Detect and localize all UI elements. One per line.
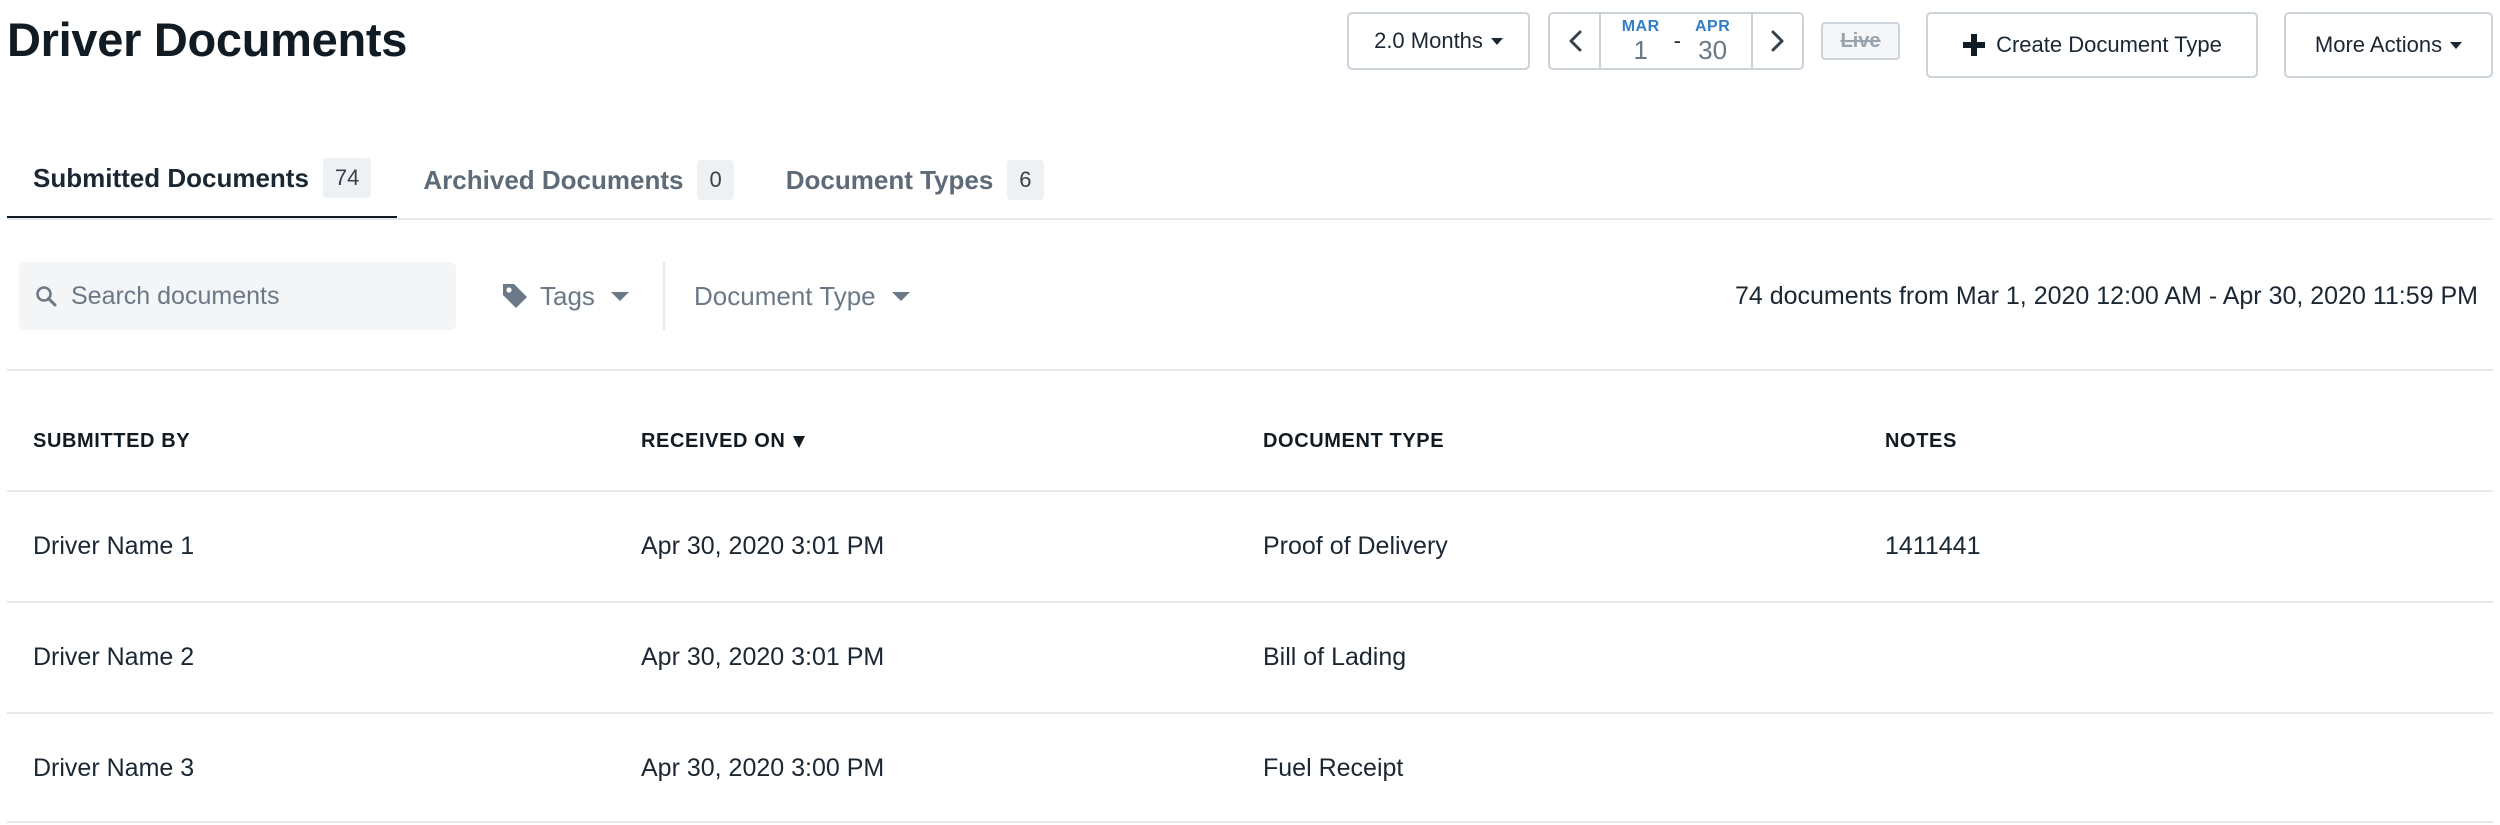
date-separator: - [1673, 28, 1681, 53]
more-actions-label: More Actions [2314, 32, 2443, 57]
sort-descending-icon [793, 435, 806, 448]
tag-icon [503, 284, 527, 308]
next-range-button[interactable] [1751, 14, 1802, 68]
cell-document-type: Proof of Delivery [1263, 532, 1448, 560]
caret-down-icon [610, 291, 629, 301]
column-label: DOCUMENT TYPE [1263, 430, 1445, 452]
column-label: SUBMITTED BY [33, 430, 191, 452]
document-type-filter-label: Document Type [694, 280, 876, 311]
chevron-right-icon [1771, 30, 1783, 52]
tags-filter-label: Tags [540, 280, 595, 311]
column-label: RECEIVED ON [641, 430, 786, 452]
table-row[interactable]: Driver Name 1 Apr 30, 2020 3:01 PM Proof… [7, 490, 2493, 601]
start-date-day: 1 [1633, 35, 1648, 65]
cell-received-on: Apr 30, 2020 3:01 PM [641, 643, 885, 671]
search-icon [36, 286, 57, 307]
column-header-document-type[interactable]: DOCUMENT TYPE [1263, 430, 1444, 453]
cell-document-type: Fuel Receipt [1263, 754, 1404, 782]
tab-document-types[interactable]: Document Types 6 [760, 140, 1070, 220]
cell-submitted-by: Driver Name 1 [33, 532, 195, 560]
tags-filter[interactable]: Tags [500, 262, 629, 330]
cell-document-type: Bill of Lading [1263, 643, 1407, 671]
date-range-dropdown[interactable]: 2.0 Months [1347, 12, 1530, 70]
cell-notes: 1411441 [1885, 532, 1981, 560]
column-header-notes[interactable]: NOTES [1885, 430, 1957, 453]
table-header: SUBMITTED BY RECEIVED ON DOCUMENT TYPE N… [7, 430, 2493, 490]
search-box [19, 262, 456, 330]
end-date-day: 30 [1698, 35, 1728, 65]
cell-received-on: Apr 30, 2020 3:01 PM [641, 532, 885, 560]
filter-divider [7, 369, 2493, 371]
caret-down-icon [2450, 41, 2463, 49]
cell-submitted-by: Driver Name 3 [33, 754, 195, 782]
end-date-month: APR [1694, 18, 1731, 35]
tab-submitted-documents[interactable]: Submitted Documents 74 [7, 140, 398, 220]
cell-submitted-by: Driver Name 2 [33, 643, 195, 671]
table-row[interactable]: Driver Name 3 Apr 30, 2020 3:00 PM Fuel … [7, 712, 2493, 823]
column-label: NOTES [1885, 430, 1957, 452]
tab-count-badge: 74 [322, 158, 372, 198]
date-range-label: 2.0 Months [1374, 28, 1483, 53]
plus-icon [1963, 34, 1986, 56]
tabs-divider [7, 218, 2493, 220]
search-input[interactable] [71, 281, 431, 311]
tab-count-badge: 0 [697, 160, 734, 200]
cell-received-on: Apr 30, 2020 3:00 PM [641, 754, 885, 782]
more-actions-dropdown[interactable]: More Actions [2284, 12, 2493, 78]
column-header-received-on[interactable]: RECEIVED ON [641, 430, 806, 453]
tab-label: Archived Documents [423, 164, 684, 195]
filter-separator [663, 262, 665, 330]
create-document-type-button[interactable]: Create Document Type [1926, 12, 2258, 78]
tab-label: Document Types [785, 164, 994, 195]
document-type-filter[interactable]: Document Type [694, 262, 910, 330]
caret-down-icon [891, 291, 910, 301]
document-tabs: Submitted Documents 74 Archived Document… [7, 140, 1070, 220]
date-navigator: MAR 1 - APR 30 [1548, 12, 1804, 70]
tab-count-badge: 6 [1007, 160, 1044, 200]
caret-down-icon [1490, 37, 1503, 45]
column-header-submitted-by[interactable]: SUBMITTED BY [33, 430, 190, 453]
live-toggle[interactable]: Live [1821, 22, 1900, 60]
start-date: MAR 1 [1621, 18, 1660, 65]
start-date-month: MAR [1621, 18, 1660, 35]
tab-archived-documents[interactable]: Archived Documents 0 [397, 140, 759, 220]
create-document-type-label: Create Document Type [1996, 32, 2222, 57]
documents-summary: 74 documents from Mar 1, 2020 12:00 AM -… [1734, 282, 2478, 310]
page-title: Driver Documents [7, 13, 408, 66]
tab-label: Submitted Documents [33, 162, 309, 193]
end-date: APR 30 [1694, 18, 1731, 65]
date-range-display[interactable]: MAR 1 - APR 30 [1601, 14, 1751, 68]
previous-range-button[interactable] [1550, 14, 1601, 68]
table-row[interactable]: Driver Name 2 Apr 30, 2020 3:01 PM Bill … [7, 601, 2493, 712]
chevron-left-icon [1569, 30, 1581, 52]
